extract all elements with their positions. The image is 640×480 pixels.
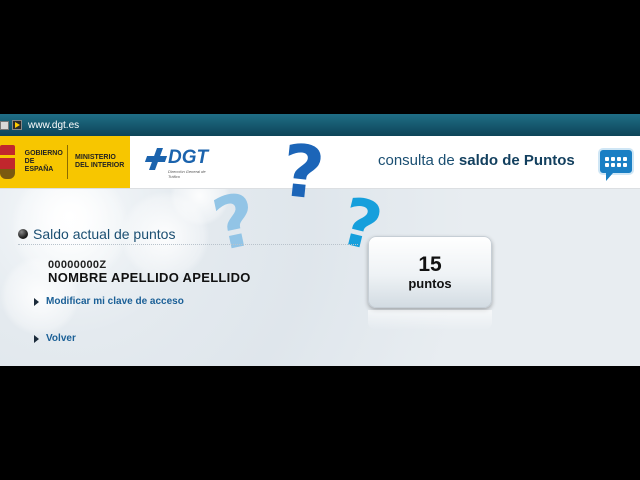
points-balance-box: 15 puntos — [368, 236, 492, 308]
ministerio-label: MINISTERIO DEL INTERIOR — [75, 154, 125, 169]
user-name: NOMBRE APELLIDO APELLIDO — [48, 270, 251, 285]
question-mark-icon: ? — [205, 176, 265, 268]
title-prefix: consulta de — [378, 152, 459, 169]
triangle-right-icon — [34, 297, 39, 306]
change-password-label[interactable]: Modificar mi clave de acceso — [46, 296, 184, 307]
section-title: Saldo actual de puntos — [33, 226, 176, 242]
chat-bubble-icon — [598, 148, 634, 181]
section-heading: Saldo actual de puntos — [18, 226, 175, 242]
question-mark-icon: ? — [277, 136, 329, 216]
points-value: 15 — [418, 253, 442, 276]
dgt-logo[interactable]: DGT Dirección General de Tráfico — [146, 148, 208, 179]
change-password-link[interactable]: Modificar mi clave de acceso — [34, 296, 184, 307]
back-link[interactable]: Volver — [34, 333, 76, 344]
screen: www.dgt.es GOBIERNO DE ESPAÑA MINISTERIO… — [0, 0, 640, 480]
gobierno-label: GOBIERNO DE ESPAÑA — [24, 150, 63, 173]
points-unit: puntos — [408, 276, 452, 291]
dgt-name: DGT — [168, 147, 209, 168]
play-icon[interactable] — [12, 120, 22, 130]
logo-divider — [67, 145, 69, 179]
browser-icons — [0, 120, 28, 130]
page-icon[interactable] — [0, 120, 9, 130]
triangle-right-icon — [34, 334, 39, 343]
dgt-cross-icon — [146, 148, 166, 170]
gobierno-logo[interactable]: GOBIERNO DE ESPAÑA MINISTERIO DEL INTERI… — [0, 136, 130, 188]
points-box-reflection — [368, 310, 492, 330]
page-content: GOBIERNO DE ESPAÑA MINISTERIO DEL INTERI… — [0, 136, 640, 366]
coat-of-arms-icon — [0, 145, 15, 179]
back-label[interactable]: Volver — [46, 333, 76, 344]
title-bold: saldo de Puntos — [458, 152, 575, 169]
section-divider — [18, 244, 358, 245]
dgt-subtitle: Dirección General de Tráfico — [168, 169, 206, 179]
dgt-wordmark: DGT Dirección General de Tráfico — [168, 148, 208, 179]
browser-url[interactable]: www.dgt.es — [28, 120, 79, 131]
bullet-icon — [18, 229, 28, 239]
page-title: consulta de saldo de Puntos — [378, 152, 575, 169]
browser-address-bar: www.dgt.es — [0, 114, 640, 136]
